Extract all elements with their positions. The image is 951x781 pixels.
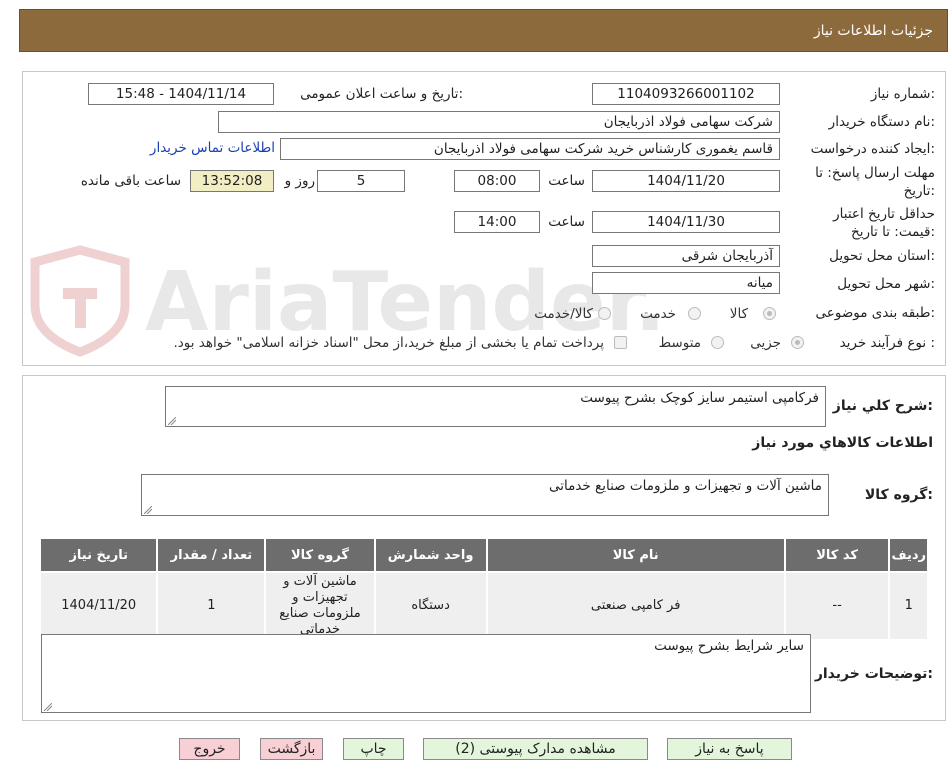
column-header: ردیف: [888, 537, 929, 573]
category-option-goods: کالا: [729, 306, 748, 322]
items-table: ردیف کد کالا نام کالا واحد شمارش گروه کا…: [38, 537, 929, 641]
deadline-days-label: روز و: [284, 173, 315, 189]
summary-label: شرح کلي نياز:: [832, 398, 933, 414]
table-header-row: ردیف کد کالا نام کالا واحد شمارش گروه کا…: [38, 537, 929, 573]
deadline-days-field[interactable]: 5: [317, 170, 405, 192]
process-radio-medium[interactable]: [711, 336, 724, 349]
category-radio-goods-service[interactable]: [598, 307, 611, 320]
page-header: جزئیات اطلاعات نیاز: [19, 9, 948, 52]
province-field[interactable]: آذربایجان شرقی: [592, 245, 780, 267]
table-cell: --: [783, 571, 891, 641]
remaining-time-label: ساعت باقی مانده: [80, 173, 181, 189]
process-option-medium: متوسط: [658, 335, 701, 351]
category-option-goods-service: کالا/خدمت: [534, 306, 593, 322]
table-cell: 1404/11/20: [38, 571, 159, 641]
deadline-label-text: مهلت ارسال پاسخ: تا تاریخ:: [815, 165, 935, 199]
province-label: استان محل تحویل:: [829, 248, 935, 264]
creator-label: ایجاد کننده درخواست:: [810, 141, 935, 157]
reply-button[interactable]: پاسخ به نیاز: [667, 738, 792, 760]
goods-group-textarea[interactable]: ماشین آلات و تجهیزات و ملزومات صنایع خدم…: [141, 474, 829, 516]
city-field[interactable]: میانه: [592, 272, 780, 294]
summary-value: فرکامپی استیمر سایز کوچک بشرح پیوست: [580, 390, 819, 406]
resize-grip-icon[interactable]: [144, 506, 152, 514]
buyer-contact-link[interactable]: اطلاعات تماس خریدار: [150, 140, 275, 156]
buyer-label: نام دستگاه خریدار:: [828, 114, 935, 130]
process-option-minor: جزیی: [750, 335, 781, 351]
table-row: 1 -- فر کامپی صنعتی دستگاه ماشین آلات و …: [38, 571, 929, 641]
notes-textarea[interactable]: سایر شرایط بشرح پیوست: [41, 634, 811, 713]
category-option-service: خدمت: [640, 306, 676, 322]
items-section-title: اطلاعات کالاهاي مورد نياز: [752, 435, 933, 451]
need-number-label: شماره نیاز:: [870, 86, 935, 102]
back-button[interactable]: بازگشت: [260, 738, 323, 760]
summary-textarea[interactable]: فرکامپی استیمر سایز کوچک بشرح پیوست: [165, 386, 826, 427]
creator-field[interactable]: قاسم یغموری کارشناس خرید شرکت سهامی فولا…: [280, 138, 780, 160]
validity-time-label: ساعت: [548, 214, 585, 230]
print-button[interactable]: چاپ: [343, 738, 404, 760]
column-header: واحد شمارش: [373, 537, 488, 573]
announce-field[interactable]: 1404/11/14 - 15:48: [88, 83, 274, 105]
city-label: شهر محل تحویل:: [837, 276, 935, 292]
goods-group-value: ماشین آلات و تجهیزات و ملزومات صنایع خدم…: [548, 478, 822, 494]
goods-group-label: گروه کالا:: [864, 487, 933, 503]
table-cell: فر کامپی صنعتی: [485, 571, 786, 641]
resize-grip-icon[interactable]: [168, 417, 176, 425]
validity-time-field[interactable]: 14:00: [454, 211, 540, 233]
notes-label: توضیحات خریدار:: [814, 666, 933, 682]
column-header: تعداد / مقدار: [156, 537, 267, 573]
resize-grip-icon[interactable]: [44, 703, 52, 711]
deadline-label: مهلت ارسال پاسخ: تا تاریخ:: [795, 164, 935, 200]
category-label: طبقه بندی موضوعی:: [815, 305, 935, 321]
process-label: نوع فرآیند خرید :: [839, 335, 935, 351]
deadline-date-field[interactable]: 1404/11/20: [592, 170, 780, 192]
validity-label: حداقل تاریخ اعتبار قیمت: تا تاریخ:: [810, 205, 935, 241]
column-header: نام کالا: [485, 537, 786, 573]
buyer-field[interactable]: شرکت سهامی فولاد اذربایجان: [218, 111, 780, 133]
announce-label: تاریخ و ساعت اعلان عمومی:: [300, 86, 463, 102]
page-title: جزئیات اطلاعات نیاز: [813, 23, 933, 39]
table-cell: 1: [156, 571, 267, 641]
column-header: تاریخ نیاز: [38, 537, 159, 573]
table-cell: ماشین آلات و تجهیزات و ملزومات صنایع خدم…: [264, 571, 376, 641]
column-header: گروه کالا: [264, 537, 376, 573]
validity-date-field[interactable]: 1404/11/30: [592, 211, 780, 233]
table-cell: 1: [888, 571, 929, 641]
exit-button[interactable]: خروج: [179, 738, 240, 760]
need-number-field[interactable]: 1104093266001102: [592, 83, 780, 105]
category-radio-service[interactable]: [688, 307, 701, 320]
process-radio-minor[interactable]: [791, 336, 804, 349]
category-radio-goods[interactable]: [763, 307, 776, 320]
view-attachments-button[interactable]: مشاهده مدارک پیوستی (2): [423, 738, 648, 760]
notes-value: سایر شرایط بشرح پیوست: [654, 638, 804, 654]
treasury-payment-note: پرداخت تمام یا بخشی از مبلغ خرید،از محل …: [173, 335, 604, 351]
column-header: کد کالا: [783, 537, 891, 573]
validity-label-text: حداقل تاریخ اعتبار قیمت: تا تاریخ:: [833, 206, 935, 240]
table-cell: دستگاه: [373, 571, 488, 641]
deadline-time-field[interactable]: 08:00: [454, 170, 540, 192]
remaining-time-field: 13:52:08: [190, 170, 274, 192]
treasury-payment-checkbox[interactable]: [614, 336, 627, 349]
deadline-time-label: ساعت: [548, 173, 585, 189]
